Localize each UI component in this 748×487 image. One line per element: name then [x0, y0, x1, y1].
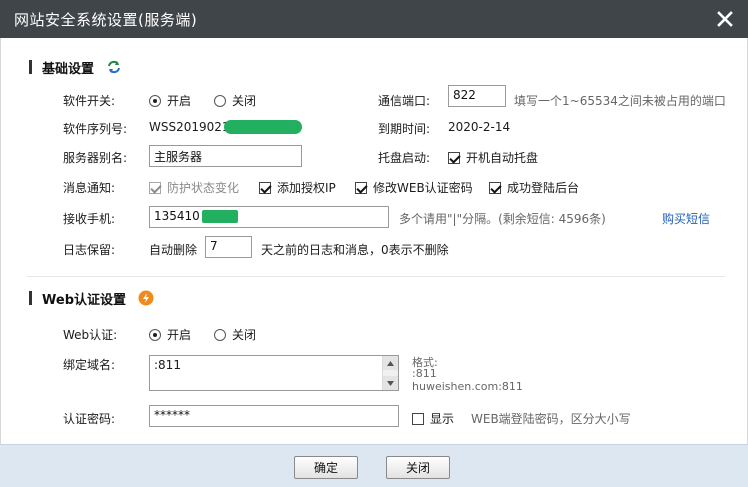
port-input[interactable]: 822	[448, 85, 506, 107]
log-suffix: 天之前的日志和消息，0表示不删除	[261, 243, 449, 257]
domain-scrollbar[interactable]	[382, 356, 398, 390]
log-days-input[interactable]: 7	[205, 236, 252, 258]
notify-option-label: 修改WEB认证密码	[373, 181, 473, 195]
tray-option-label: 开机自动托盘	[466, 151, 539, 165]
redaction-mark	[201, 210, 238, 223]
domain-format-line1: :811	[412, 367, 437, 380]
serial-label: 软件序列号:	[63, 122, 128, 136]
buy-sms-link[interactable]: 购买短信	[662, 210, 710, 227]
lightning-icon	[138, 290, 154, 306]
server-alias-label: 服务器别名:	[63, 151, 128, 165]
server-alias-value: 主服务器	[154, 150, 203, 164]
web-auth-on-radio[interactable]: 开启	[149, 326, 191, 343]
tray-label: 托盘启动:	[378, 151, 431, 165]
title-bar: 网站安全系统设置(服务端)	[0, 0, 748, 38]
software-switch-label: 软件开关:	[63, 94, 116, 108]
checkbox-box	[355, 181, 367, 194]
radio-label: 开启	[167, 328, 192, 342]
settings-content: 基础设置 软件开关: 开启 关闭 通信端口: 822 填写一个1~65534之间…	[0, 38, 748, 444]
notify-option-label: 添加授权IP	[277, 181, 336, 195]
section-bar	[29, 291, 32, 305]
web-section-header: Web认证设置	[29, 288, 154, 308]
section-bar	[29, 60, 32, 74]
checkbox-box	[412, 412, 424, 425]
show-password-label: 显示	[430, 412, 455, 426]
serial-value: WSS2019021	[149, 120, 230, 134]
serial-value-wrap: WSS2019021	[149, 120, 302, 134]
radio-label: 关闭	[232, 328, 257, 342]
close-footer-button[interactable]: 关闭	[386, 456, 450, 479]
expire-label: 到期时间:	[378, 122, 431, 136]
notify-protect-change-checkbox[interactable]: 防护状态变化	[149, 179, 239, 196]
show-password-checkbox[interactable]: 显示	[412, 410, 454, 427]
scroll-up-arrow-icon[interactable]	[383, 356, 398, 370]
web-section-title: Web认证设置	[42, 292, 126, 308]
radio-dot	[149, 328, 161, 341]
checkbox-box	[489, 181, 501, 194]
domain-label: 绑定域名:	[63, 358, 116, 372]
phone-value: 135410	[154, 209, 200, 223]
window-title: 网站安全系统设置(服务端)	[14, 11, 198, 29]
radio-dot	[149, 94, 161, 107]
notify-label: 消息通知:	[63, 181, 116, 195]
scroll-down-arrow-icon[interactable]	[383, 376, 398, 390]
expire-value: 2020-2-14	[448, 120, 511, 134]
refresh-icon[interactable]	[106, 59, 122, 75]
log-prefix: 自动删除	[149, 243, 198, 257]
close-icon	[717, 11, 733, 27]
password-input[interactable]: ******	[149, 405, 399, 427]
notify-option-label: 防护状态变化	[167, 181, 240, 195]
domain-format-line2: huweishen.com:811	[412, 380, 523, 393]
close-button[interactable]	[702, 0, 748, 38]
log-label: 日志保留:	[63, 243, 116, 257]
password-label: 认证密码:	[63, 412, 116, 426]
port-label: 通信端口:	[378, 94, 431, 108]
section-divider	[27, 276, 725, 277]
notify-add-ip-checkbox[interactable]: 添加授权IP	[259, 179, 336, 196]
port-value: 822	[453, 88, 476, 102]
phone-input[interactable]: 135410	[149, 206, 389, 228]
checkbox-box	[448, 151, 460, 164]
web-auth-label: Web认证:	[63, 328, 118, 342]
basic-section-title: 基础设置	[42, 61, 95, 77]
dialog-footer: 确定 关闭	[0, 444, 748, 487]
domain-value: :811	[154, 358, 181, 372]
tray-checkbox[interactable]: 开机自动托盘	[448, 149, 538, 166]
web-auth-off-radio[interactable]: 关闭	[214, 326, 256, 343]
password-hint: WEB端登陆密码，区分大小写	[471, 412, 631, 426]
log-days-value: 7	[210, 239, 218, 253]
phone-label: 接收手机:	[63, 212, 116, 226]
notify-option-label: 成功登陆后台	[507, 181, 580, 195]
domain-textarea[interactable]: :811	[149, 355, 399, 391]
password-value: ******	[154, 408, 190, 422]
server-alias-input[interactable]: 主服务器	[149, 145, 302, 167]
software-switch-off-radio[interactable]: 关闭	[214, 92, 256, 109]
notify-web-password-checkbox[interactable]: 修改WEB认证密码	[355, 179, 473, 196]
redaction-mark	[223, 120, 302, 134]
notify-login-success-checkbox[interactable]: 成功登陆后台	[489, 179, 579, 196]
radio-label: 开启	[167, 94, 192, 108]
checkbox-box	[259, 181, 271, 194]
radio-dot	[214, 94, 226, 107]
basic-section-header: 基础设置	[29, 57, 122, 77]
checkbox-box	[149, 181, 161, 194]
phone-hint: 多个请用"|"分隔。(剩余短信: 4596条)	[399, 212, 606, 226]
port-hint: 填写一个1~65534之间未被占用的端口	[514, 94, 726, 108]
radio-dot	[214, 328, 226, 341]
radio-label: 关闭	[232, 94, 257, 108]
ok-button[interactable]: 确定	[294, 456, 358, 479]
software-switch-on-radio[interactable]: 开启	[149, 92, 191, 109]
